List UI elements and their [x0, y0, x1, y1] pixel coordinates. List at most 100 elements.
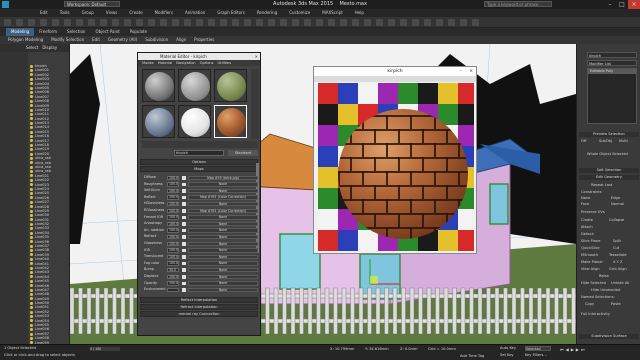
visibility-icon[interactable]	[30, 95, 33, 99]
radio-normal[interactable]: Normal	[611, 202, 624, 206]
material-toolbar[interactable]	[142, 141, 258, 148]
map-amount-spinner[interactable]: 100.0	[167, 208, 179, 214]
map-amount-spinner[interactable]: 100.0	[167, 274, 179, 280]
map-enable-checkbox[interactable]	[182, 228, 186, 233]
map-slot-button[interactable]: None	[188, 188, 258, 194]
visibility-icon[interactable]	[30, 82, 33, 86]
visibility-icon[interactable]	[30, 134, 33, 138]
map-amount-spinner[interactable]: 30.0	[167, 267, 179, 273]
visibility-icon[interactable]	[30, 178, 33, 182]
explorer-tab-display[interactable]: Display	[42, 44, 57, 52]
playback-controls[interactable]: ⏮ ◀ ▶ ▶ ⏭	[560, 347, 620, 357]
map-enable-checkbox[interactable]	[182, 242, 186, 246]
visibility-icon[interactable]	[30, 205, 33, 209]
tab-populate[interactable]: Populate	[125, 28, 152, 36]
add-time-tag-button[interactable]: Add Time Tag	[460, 354, 484, 358]
toolbar-button[interactable]	[448, 19, 455, 26]
visibility-icon[interactable]	[30, 306, 33, 310]
visibility-icon[interactable]	[30, 174, 33, 178]
toolbar-button[interactable]	[112, 19, 119, 26]
preview-minimize-icon[interactable]: –	[460, 67, 462, 76]
visibility-icon[interactable]	[30, 69, 33, 73]
visibility-icon[interactable]	[30, 121, 33, 125]
visibility-icon[interactable]	[30, 240, 33, 244]
object-list[interactable]: kirpich Line001 Line002 Line003 Line004 Line0…	[30, 64, 70, 354]
set-key-button[interactable]: Set Key	[500, 353, 514, 357]
map-enable-checkbox[interactable]	[182, 222, 186, 226]
toolbar-button[interactable]	[28, 19, 35, 26]
search-input[interactable]: Type a keyword or phrase	[484, 1, 552, 7]
visibility-icon[interactable]	[30, 126, 33, 130]
me-menu-modes[interactable]: Modes	[140, 60, 156, 66]
goto-start-icon[interactable]: ⏮	[560, 347, 564, 357]
visibility-icon[interactable]	[30, 218, 33, 222]
map-slot-button[interactable]: Map #55 (brick.jpg)	[188, 175, 258, 181]
map-amount-spinner[interactable]: 100.0	[167, 234, 179, 240]
rollout-maps[interactable]: Maps	[140, 166, 258, 172]
map-enable-checkbox[interactable]	[182, 268, 186, 272]
material-editor-titlebar[interactable]: Material Editor - kirpich ×	[138, 53, 260, 60]
menu-rendering[interactable]: Rendering	[251, 9, 283, 17]
toolbar-button[interactable]	[16, 19, 23, 26]
visibility-icon[interactable]	[30, 293, 33, 296]
visibility-icon[interactable]	[30, 266, 33, 270]
map-enable-checkbox[interactable]	[182, 189, 186, 193]
key-mode-dropdown[interactable]: Selected	[525, 346, 551, 351]
material-slot-1[interactable]	[142, 69, 175, 102]
map-amount-spinner[interactable]: 100.0	[167, 281, 179, 286]
map-amount-spinner[interactable]: 100.0	[167, 228, 179, 233]
toolbar-button[interactable]	[316, 19, 323, 26]
map-amount-spinner[interactable]: 100.0	[167, 188, 179, 194]
make-planar-button[interactable]: Make Planar	[581, 260, 603, 264]
visibility-icon[interactable]	[30, 130, 33, 134]
section-soft-selection[interactable]: Soft Selection	[579, 168, 639, 173]
preview-titlebar[interactable]: kirpich – ×	[314, 67, 476, 76]
panel-modify-selection[interactable]: Modify Selection	[47, 36, 88, 44]
visibility-icon[interactable]	[30, 284, 33, 288]
map-enable-checkbox[interactable]	[182, 275, 186, 279]
create-button[interactable]: Create	[581, 218, 593, 222]
visibility-icon[interactable]	[30, 209, 33, 213]
visibility-icon[interactable]	[30, 235, 33, 239]
panel-polygon-modeling[interactable]: Polygon Modeling	[4, 36, 47, 44]
quickslice-button[interactable]: QuickSlice	[581, 246, 600, 250]
copy-button[interactable]: Copy	[585, 302, 594, 306]
menu-maxscript[interactable]: MAXScript	[316, 9, 349, 17]
visibility-icon[interactable]	[30, 156, 33, 160]
visibility-icon[interactable]	[30, 187, 33, 191]
menu-modifiers[interactable]: Modifiers	[149, 9, 179, 17]
attach-button[interactable]: Attach	[581, 225, 593, 229]
map-slot-button[interactable]: None	[188, 228, 258, 233]
cut-button[interactable]: Cut	[613, 246, 619, 250]
visibility-icon[interactable]	[30, 275, 33, 279]
grid-align-button[interactable]: Grid Align	[609, 267, 627, 271]
toolbar-button[interactable]	[280, 19, 287, 26]
rollout-bottom[interactable]: mental ray Connection	[140, 311, 258, 317]
side-tools[interactable]	[251, 69, 259, 139]
visibility-icon[interactable]	[30, 253, 33, 257]
map-amount-spinner[interactable]: 100.0	[167, 241, 179, 247]
visibility-icon[interactable]	[30, 73, 33, 77]
xyz-buttons[interactable]: X Y Z	[613, 260, 622, 264]
menu-animation[interactable]: Animation	[179, 9, 211, 17]
toolbar-button[interactable]	[88, 19, 95, 26]
material-slot-4[interactable]	[142, 105, 175, 138]
map-enable-checkbox[interactable]	[182, 202, 186, 206]
split-checkbox[interactable]: Split	[613, 239, 621, 243]
visibility-icon[interactable]	[30, 328, 33, 332]
map-enable-checkbox[interactable]	[182, 255, 186, 259]
map-amount-spinner[interactable]: 100.0	[167, 201, 179, 207]
goto-end-icon[interactable]: ⏭	[581, 347, 585, 357]
prev-frame-icon[interactable]: ◀	[566, 347, 569, 357]
map-enable-checkbox[interactable]	[182, 261, 186, 266]
map-enable-checkbox[interactable]	[182, 209, 186, 213]
visibility-icon[interactable]	[30, 117, 33, 121]
tessellate-button[interactable]: Tessellate	[609, 253, 627, 257]
visibility-icon[interactable]	[30, 213, 33, 217]
map-slot-button[interactable]: None	[188, 215, 258, 220]
paste-button[interactable]: Paste	[611, 302, 621, 306]
toolbar-button[interactable]	[52, 19, 59, 26]
material-slot-5[interactable]	[178, 105, 211, 138]
map-slot-button[interactable]: None	[188, 221, 258, 227]
preview-auto-label[interactable]: Auto	[318, 77, 326, 81]
